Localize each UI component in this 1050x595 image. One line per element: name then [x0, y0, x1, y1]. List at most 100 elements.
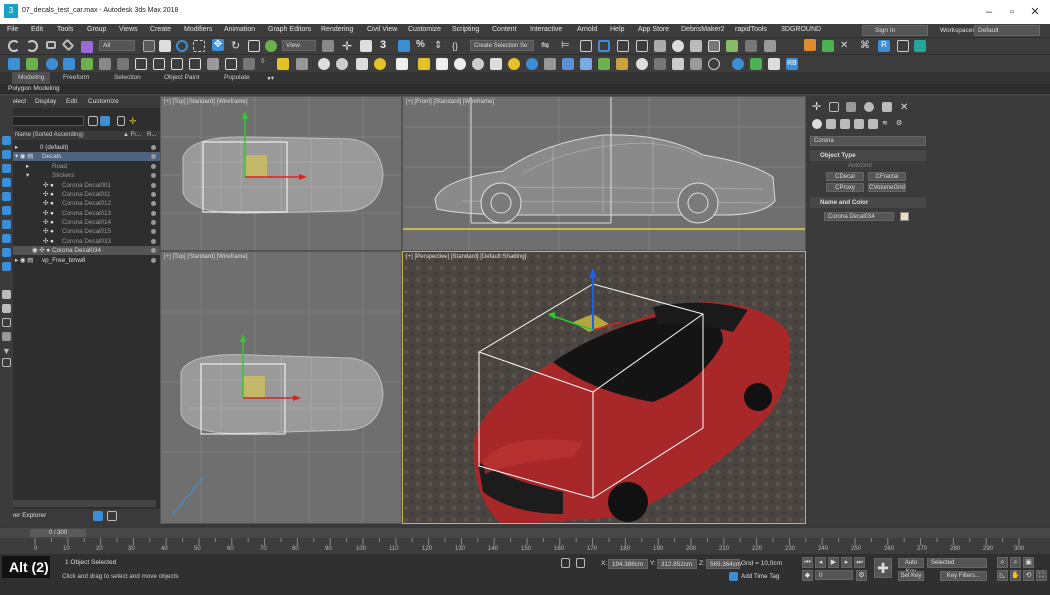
- strip-tool-icon[interactable]: [2, 206, 11, 215]
- viewport-label-front[interactable]: [+] [Front] [Standard] [Wireframe]: [406, 99, 494, 105]
- create-tab-icon[interactable]: ✛: [812, 102, 822, 113]
- cfractal-button[interactable]: CFractal: [868, 172, 906, 181]
- tool-26-icon[interactable]: [472, 58, 484, 70]
- select-rotate-icon[interactable]: ↻: [231, 40, 243, 52]
- scene-menu-display[interactable]: Display: [35, 98, 56, 105]
- render-iterative-icon[interactable]: [745, 40, 757, 52]
- x-coordinate-field[interactable]: 194.388cm: [608, 559, 648, 569]
- viewport-label-top-2[interactable]: [+] [Top] [Standard] [Wireframe]: [164, 254, 248, 260]
- tool-22-icon[interactable]: [396, 58, 408, 70]
- tool-13-icon[interactable]: [225, 58, 237, 70]
- zoom-extents-icon[interactable]: ▣: [1023, 557, 1034, 568]
- viewport-label-perspective[interactable]: [+] [Perspective] [Standard] [Default Sh…: [406, 254, 526, 260]
- menu-group[interactable]: Group: [87, 26, 106, 33]
- tool-7-icon[interactable]: [117, 58, 129, 70]
- help-icon[interactable]: [708, 58, 720, 70]
- menu-arnold[interactable]: Arnold: [577, 26, 597, 33]
- filter-icon[interactable]: [88, 116, 98, 126]
- align-icon[interactable]: ⊨: [561, 40, 573, 52]
- strip-tool-icon[interactable]: [2, 358, 11, 367]
- object-name-field[interactable]: Corona Decal034: [824, 212, 894, 221]
- object-row[interactable]: ✣ ● Corona Decal015: [13, 227, 160, 236]
- play-icon[interactable]: ▶: [828, 557, 839, 568]
- strip-tool-icon[interactable]: [2, 136, 11, 145]
- layer-row-road[interactable]: ▸ Road: [13, 162, 160, 171]
- sun-icon[interactable]: [508, 58, 520, 70]
- viewport-top-2[interactable]: [+] [Top] [Standard] [Wireframe]: [160, 251, 402, 524]
- strip-tool-icon[interactable]: [2, 234, 11, 243]
- tool-38-icon[interactable]: [690, 58, 702, 70]
- add-layer-icon[interactable]: ✛: [129, 116, 139, 126]
- tool-2-icon[interactable]: [26, 58, 38, 70]
- strip-tool-icon[interactable]: [2, 332, 11, 341]
- schematic-view-icon[interactable]: [654, 40, 666, 52]
- select-move-icon[interactable]: ✥: [212, 39, 224, 51]
- menu-create[interactable]: Create: [150, 26, 171, 33]
- wrench-icon[interactable]: ✕: [840, 40, 852, 52]
- workspace-dropdown[interactable]: Default: [974, 25, 1040, 36]
- named-selection-set-dropdown[interactable]: Create Selection Se: [470, 40, 534, 51]
- render-setup-icon[interactable]: [690, 40, 702, 52]
- manipulate-icon[interactable]: ✛: [342, 40, 354, 52]
- funnel-icon[interactable]: ▼: [2, 346, 11, 356]
- sphere-icon[interactable]: [454, 58, 466, 70]
- strip-tool-icon[interactable]: [2, 290, 11, 299]
- reference-coordinate-dropdown[interactable]: View: [282, 40, 316, 51]
- menu-views[interactable]: Views: [119, 26, 138, 33]
- percent-snap-icon[interactable]: %: [416, 39, 428, 51]
- geometry-icon[interactable]: [812, 119, 822, 129]
- minimize-icon[interactable]: –: [981, 5, 997, 19]
- tool-36-icon[interactable]: [654, 58, 666, 70]
- scene-search-input[interactable]: [2, 116, 84, 126]
- viewport-top[interactable]: [+] [Top] [Standard] [Wireframe]: [160, 96, 402, 251]
- menu-rapidtools[interactable]: rapidTools: [735, 26, 767, 33]
- redo-icon[interactable]: [26, 40, 38, 52]
- cdecal-button[interactable]: CDecal: [826, 172, 864, 181]
- menu-scripting[interactable]: Scripting: [452, 26, 479, 33]
- add-time-tag-button[interactable]: Add Time Tag: [741, 573, 779, 580]
- select-scale-icon[interactable]: [248, 40, 260, 52]
- scene-menu-edit[interactable]: Edit: [66, 98, 77, 105]
- tool-32-icon[interactable]: [580, 58, 592, 70]
- scene-column-header[interactable]: Name (Sorted Ascending) ▲ Fr... R...: [13, 131, 160, 140]
- cproxy-button[interactable]: CProxy: [826, 183, 864, 192]
- teapot-icon[interactable]: [318, 58, 330, 70]
- tool-40-icon[interactable]: [732, 58, 744, 70]
- render-frame-icon[interactable]: R: [878, 40, 890, 52]
- strip-tool-icon[interactable]: [2, 262, 11, 271]
- time-tag-icon[interactable]: [729, 572, 738, 581]
- maximize-viewport-icon[interactable]: ⛶: [1036, 570, 1047, 581]
- column-name-header[interactable]: Name (Sorted Ascending): [15, 132, 84, 138]
- go-to-end-icon[interactable]: ⏭: [854, 557, 865, 568]
- zoom-all-icon[interactable]: ⌕: [1010, 557, 1021, 568]
- menu-animation[interactable]: Animation: [224, 26, 255, 33]
- set-key-big-icon[interactable]: ✚: [874, 558, 892, 578]
- menu-app-store[interactable]: App Store: [638, 26, 669, 33]
- column-render-header[interactable]: R...: [147, 132, 156, 138]
- tab-freeform[interactable]: Freeform: [63, 74, 89, 81]
- material-editor-icon[interactable]: [672, 40, 684, 52]
- tool-24-icon[interactable]: [436, 58, 448, 70]
- menu-rendering[interactable]: Rendering: [321, 26, 353, 33]
- layer-row-vp-free-bmw8[interactable]: ▸ ◉ ▤ vp_Free_bmw8: [13, 256, 160, 265]
- render-production-icon[interactable]: [726, 40, 738, 52]
- strip-tool-icon[interactable]: [2, 248, 11, 257]
- strip-tool-icon[interactable]: [2, 150, 11, 159]
- tool-30-icon[interactable]: [544, 58, 556, 70]
- tool-8-icon[interactable]: [135, 58, 147, 70]
- object-row[interactable]: ✣ ● Corona Decal012: [13, 199, 160, 208]
- tool-29-icon[interactable]: [526, 58, 538, 70]
- select-by-name-icon[interactable]: [159, 40, 171, 52]
- tool-33-icon[interactable]: [598, 58, 610, 70]
- field-of-view-icon[interactable]: ◺: [997, 570, 1008, 581]
- bind-space-warp-icon[interactable]: [81, 41, 93, 53]
- toggle-scene-explorer-icon[interactable]: [580, 40, 592, 52]
- maximize-icon[interactable]: ▫: [1004, 5, 1020, 19]
- viewport-layout-icon[interactable]: [897, 40, 909, 52]
- settings-tools-icon[interactable]: ⌘: [860, 40, 872, 52]
- tool-14-icon[interactable]: [243, 58, 255, 70]
- object-row[interactable]: ✣ ● Corona Decal014: [13, 218, 160, 227]
- polygon-modeling-label[interactable]: Polygon Modeling: [8, 85, 60, 92]
- object-row[interactable]: ✣ ● Corona Decal001: [13, 181, 160, 190]
- region-select-icon[interactable]: [176, 40, 188, 52]
